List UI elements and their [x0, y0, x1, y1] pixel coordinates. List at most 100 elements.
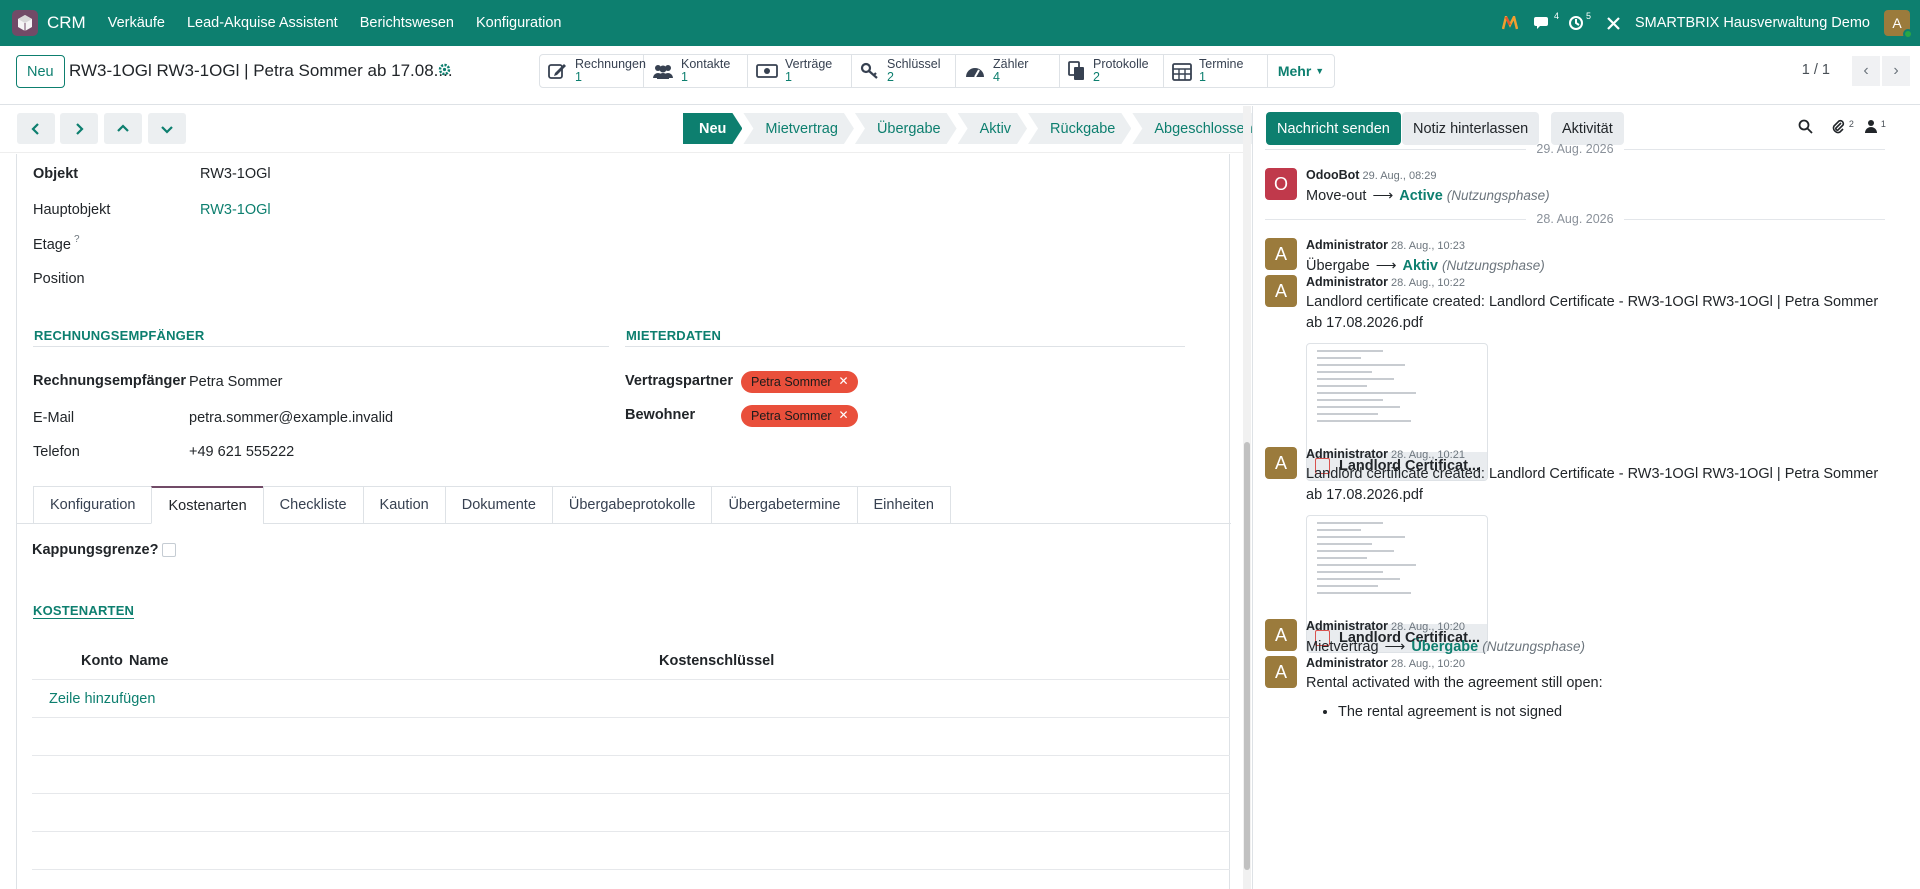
- menu-verkaeufe[interactable]: Verkäufe: [108, 15, 165, 31]
- tab-einheiten[interactable]: Einheiten: [856, 486, 951, 524]
- attachment-preview: [1317, 522, 1427, 622]
- table-row: [32, 831, 1230, 832]
- author-avatar[interactable]: A: [1265, 238, 1297, 270]
- smart-button-termine[interactable]: Termine 1: [1164, 55, 1268, 87]
- smart-button-protokolle[interactable]: Protokolle 2: [1060, 55, 1164, 87]
- menu-berichtswesen[interactable]: Berichtswesen: [360, 15, 454, 31]
- message-author[interactable]: OdooBot: [1306, 168, 1359, 182]
- tab-kostenarten[interactable]: Kostenarten: [151, 486, 263, 524]
- pager-next-button[interactable]: ›: [1882, 56, 1910, 86]
- chevron-up-icon: [117, 123, 129, 132]
- chatter-message: A Administrator 28. Aug., 10:23 Übergabe ⟶…: [1265, 238, 1885, 277]
- message-bullet-list: The rental agreement is not signed: [1338, 704, 1885, 720]
- move-down-button[interactable]: [148, 113, 186, 144]
- vertragspartner-label: Vertragspartner: [625, 373, 733, 389]
- tab-dokumente[interactable]: Dokumente: [444, 486, 552, 524]
- stage-uebergabe[interactable]: Übergabe: [855, 113, 957, 144]
- stage-neu[interactable]: Neu: [683, 113, 742, 144]
- table-row: [32, 793, 1230, 794]
- chevron-down-icon: [161, 125, 173, 134]
- message-author[interactable]: Administrator: [1306, 238, 1388, 252]
- remove-tag-icon[interactable]: ✕: [839, 374, 849, 388]
- activity-clock-icon[interactable]: 5: [1568, 11, 1591, 31]
- company-switcher[interactable]: SMARTBRIX Hausverwaltung Demo: [1635, 15, 1870, 31]
- message-author[interactable]: Administrator: [1306, 619, 1388, 633]
- section-rechnungsempfaenger: RECHNUNGSEMPFÄNGER: [34, 328, 205, 343]
- smart-button-rechnungen[interactable]: Rechnungen 1: [540, 55, 646, 87]
- tab-kaution[interactable]: Kaution: [362, 486, 445, 524]
- stage-rueckgabe[interactable]: Rückgabe: [1028, 113, 1131, 144]
- stage-aktiv[interactable]: Aktiv: [958, 113, 1027, 144]
- tab-konfiguration[interactable]: Konfiguration: [33, 486, 152, 524]
- gauge-icon: [966, 68, 984, 78]
- edit-icon: [548, 64, 566, 79]
- menu-konfiguration[interactable]: Konfiguration: [476, 15, 561, 31]
- record-title: RW3-1OGl RW3-1OGl | Petra Sommer ab 17.0…: [69, 61, 453, 80]
- tracking-old-value: Mietvertrag: [1306, 639, 1379, 655]
- app-name[interactable]: CRM: [47, 13, 86, 33]
- tools-icon[interactable]: [1606, 16, 1621, 31]
- bewohner-label: Bewohner: [625, 407, 696, 423]
- smart-button-label: Rechnungen: [575, 57, 646, 71]
- message-author[interactable]: Administrator: [1306, 275, 1388, 289]
- more-dropdown[interactable]: Mehr ▼: [1268, 55, 1334, 87]
- message-date: 28. Aug., 10:20: [1390, 658, 1465, 670]
- pager-value[interactable]: 1 / 1: [1802, 62, 1830, 78]
- smart-button-schluessel[interactable]: Schlüssel 2: [852, 55, 956, 87]
- tab-checkliste[interactable]: Checkliste: [262, 486, 363, 524]
- chatter-message: A Administrator 28. Aug., 10:20 Rental ac…: [1265, 656, 1885, 720]
- author-avatar[interactable]: A: [1265, 275, 1297, 307]
- smart-button-vertraege[interactable]: Verträge 1: [748, 55, 852, 87]
- author-avatar[interactable]: A: [1265, 656, 1297, 688]
- form-scrollbar[interactable]: [1243, 106, 1251, 889]
- add-line-link[interactable]: Zeile hinzufügen: [49, 691, 155, 707]
- stage-mietvertrag[interactable]: Mietvertrag: [743, 113, 854, 144]
- kappungsgrenze-checkbox[interactable]: [162, 543, 176, 557]
- smart-button-kontakte[interactable]: Kontakte 1: [644, 55, 748, 87]
- author-avatar[interactable]: O: [1265, 168, 1297, 200]
- message-author[interactable]: Administrator: [1306, 447, 1388, 461]
- table-row: [32, 869, 1230, 870]
- user-avatar[interactable]: A: [1884, 10, 1913, 39]
- attachment-paperclip-icon[interactable]: 2: [1831, 119, 1854, 137]
- pager-previous-button[interactable]: ‹: [1852, 56, 1880, 86]
- scrollbar-thumb[interactable]: [1244, 442, 1250, 870]
- bewohner-tag[interactable]: Petra Sommer ✕: [741, 405, 858, 427]
- gear-icon[interactable]: [438, 63, 451, 79]
- telefon-value[interactable]: +49 621 555222: [189, 444, 294, 460]
- smart-button-zaehler[interactable]: Zähler 4: [956, 55, 1060, 87]
- copy-icon: [1068, 61, 1084, 80]
- move-up-button[interactable]: [104, 113, 142, 144]
- brand-m-icon[interactable]: [1501, 16, 1518, 30]
- tracking-old-value: Move-out: [1306, 188, 1367, 204]
- day-separator: 29. Aug. 2026: [1265, 141, 1885, 157]
- smart-button-count: 2: [887, 70, 894, 84]
- followers-user-icon[interactable]: 1: [1865, 119, 1886, 136]
- tag-label: Petra Sommer: [751, 409, 832, 423]
- message-date: 28. Aug., 10:22: [1390, 277, 1465, 289]
- tab-uebergabeprotokolle[interactable]: Übergabeprotokolle: [551, 486, 712, 524]
- next-record-button[interactable]: [60, 113, 98, 144]
- column-header-konto[interactable]: Konto: [81, 653, 123, 669]
- help-tooltip-icon[interactable]: ?: [74, 234, 80, 245]
- vertragspartner-tag[interactable]: Petra Sommer ✕: [741, 371, 858, 393]
- column-header-kostenschluessel[interactable]: Kostenschlüssel: [659, 653, 774, 669]
- email-value[interactable]: petra.sommer@example.invalid: [189, 410, 393, 426]
- message-author[interactable]: Administrator: [1306, 656, 1388, 670]
- column-header-name[interactable]: Name: [129, 653, 169, 669]
- new-button[interactable]: Neu: [16, 55, 65, 88]
- remove-tag-icon[interactable]: ✕: [839, 408, 849, 422]
- menu-lead-akquise[interactable]: Lead-Akquise Assistent: [187, 15, 338, 31]
- search-icon[interactable]: [1798, 119, 1813, 137]
- author-avatar[interactable]: A: [1265, 619, 1297, 651]
- notebook-tabs: Konfiguration Kostenarten Checkliste Kau…: [33, 486, 951, 524]
- app-logo-icon[interactable]: [12, 10, 38, 36]
- author-avatar[interactable]: A: [1265, 447, 1297, 479]
- day-separator: 28. Aug. 2026: [1265, 211, 1885, 227]
- rechnungsempfaenger-value[interactable]: Petra Sommer: [189, 374, 282, 390]
- messages-icon[interactable]: 4: [1533, 11, 1559, 31]
- previous-record-button[interactable]: [17, 113, 55, 144]
- tab-uebergabetermine[interactable]: Übergabetermine: [711, 486, 857, 524]
- hauptobjekt-link[interactable]: RW3-1OGl: [200, 202, 271, 218]
- smart-button-count: 1: [681, 70, 688, 84]
